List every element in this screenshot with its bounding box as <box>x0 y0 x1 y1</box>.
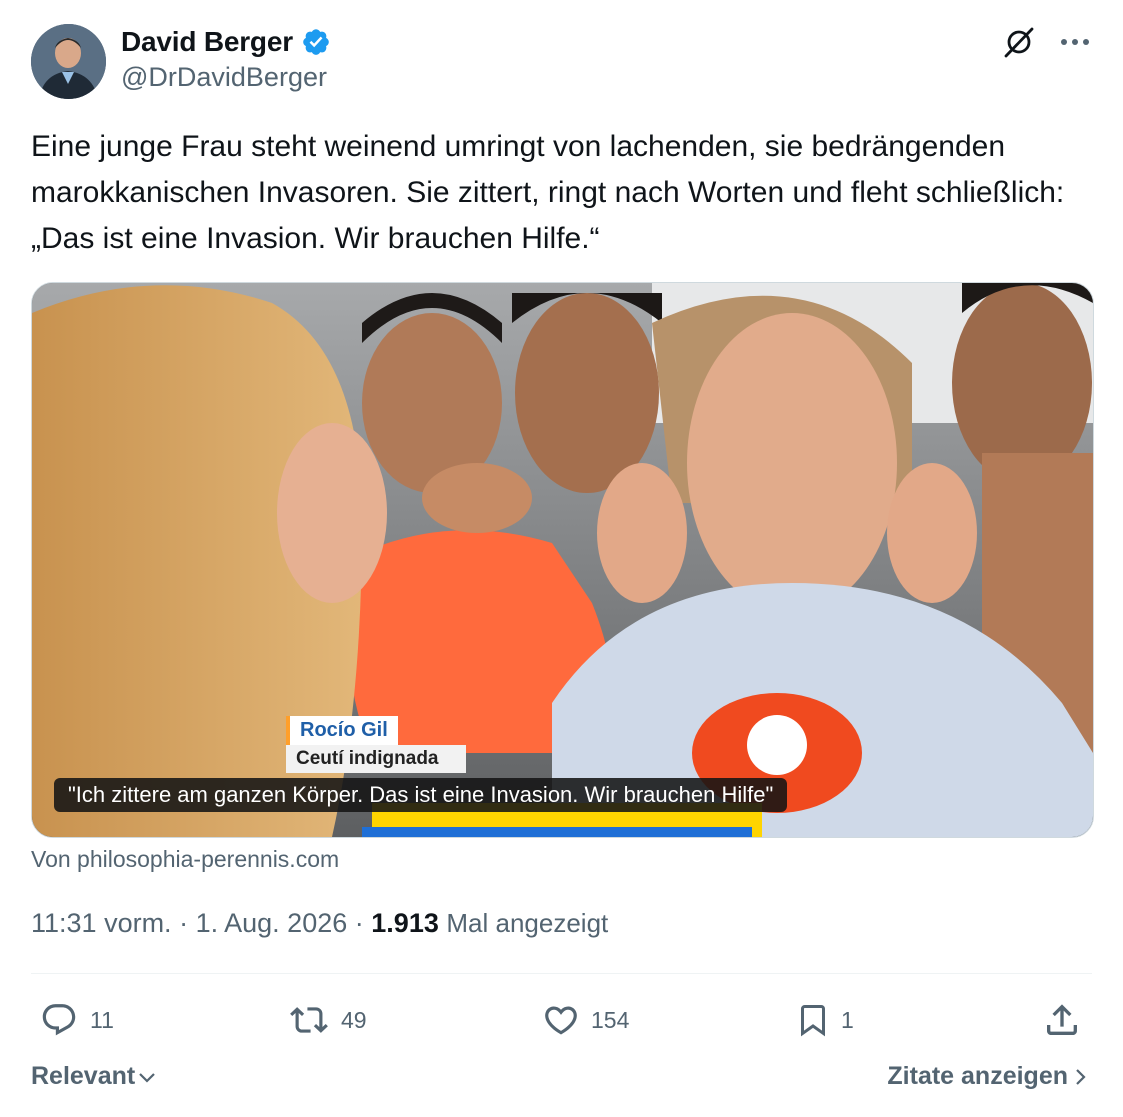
verified-badge-icon <box>303 29 329 55</box>
repost-button[interactable]: 49 <box>287 998 367 1042</box>
bookmark-count: 1 <box>841 1006 854 1033</box>
lower-third-name: Rocío Gil <box>286 716 398 745</box>
author-name-row: David Berger <box>121 24 331 60</box>
reply-count: 11 <box>90 1006 114 1033</box>
repost-count: 49 <box>341 1006 367 1033</box>
meta-separator: · <box>354 908 364 938</box>
views-count: 1.913 <box>371 908 439 938</box>
sort-label: Relevant <box>31 1062 136 1090</box>
quotes-label: Zitate anzeigen <box>887 1062 1068 1090</box>
lower-third-subtitle: Ceutí indignada <box>286 745 466 773</box>
video-caption: "Ich zittere am ganzen Körper. Das ist e… <box>54 778 788 812</box>
share-icon <box>1047 1004 1077 1035</box>
tweet-header-actions <box>1001 24 1093 60</box>
bookmark-button[interactable]: 1 <box>795 998 854 1042</box>
meta-separator: · <box>179 908 189 938</box>
grok-icon[interactable] <box>1001 24 1037 60</box>
sort-replies-dropdown[interactable]: Relevant <box>31 1062 157 1091</box>
media-source-link[interactable]: Von philosophia-perennis.com <box>31 846 339 873</box>
video-lower-third: Rocío Gil Ceutí indignada <box>286 716 466 773</box>
chevron-down-icon <box>139 1072 155 1083</box>
view-quotes-link[interactable]: Zitate anzeigen <box>887 1062 1088 1091</box>
author-display-name[interactable]: David Berger <box>121 26 293 58</box>
share-button[interactable] <box>1042 998 1082 1042</box>
divider <box>31 973 1092 974</box>
heart-icon <box>545 1006 577 1035</box>
tweet-time[interactable]: 11:31 vorm. <box>31 908 172 938</box>
avatar[interactable] <box>31 24 106 99</box>
more-icon[interactable] <box>1057 24 1093 60</box>
bookmark-icon <box>801 1005 825 1037</box>
author-handle[interactable]: @DrDavidBerger <box>121 62 327 93</box>
reply-icon <box>42 1004 76 1036</box>
repost-icon <box>290 1007 328 1033</box>
tweet-video[interactable]: Rocío Gil Ceutí indignada "Ich zittere a… <box>31 282 1094 838</box>
video-frame <box>32 283 1093 837</box>
tweet-date[interactable]: 1. Aug. 2026 <box>196 908 348 938</box>
views-label: Mal angezeigt <box>446 908 609 938</box>
like-button[interactable]: 154 <box>541 998 629 1042</box>
chevron-right-icon <box>1076 1068 1086 1085</box>
like-count: 154 <box>591 1006 630 1033</box>
tweet-meta: 11:31 vorm. · 1. Aug. 2026 · 1.913 Mal a… <box>31 908 608 939</box>
tweet-text: Eine junge Frau steht weinend umringt vo… <box>31 130 1065 255</box>
reply-button[interactable]: 11 <box>38 998 114 1042</box>
